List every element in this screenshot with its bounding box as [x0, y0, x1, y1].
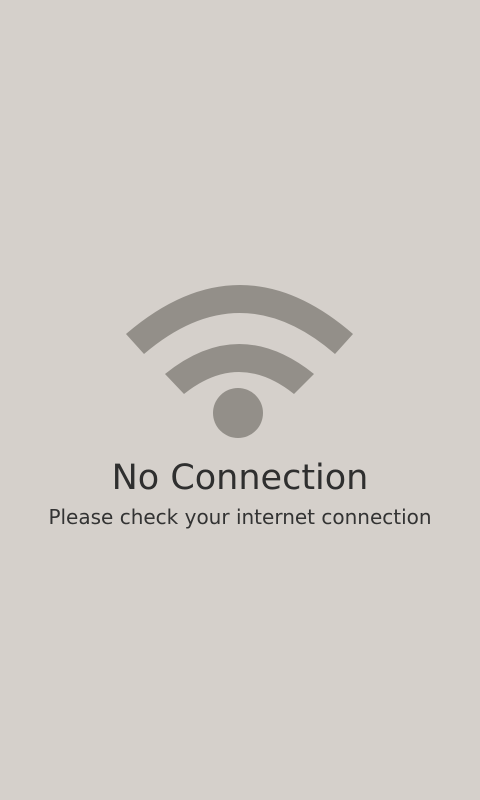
- no-connection-screen: No Connection Please check your internet…: [0, 0, 480, 800]
- wifi-icon: [126, 285, 353, 438]
- wifi-dot: [213, 388, 263, 438]
- wifi-middle-arc: [165, 344, 314, 394]
- connection-title: No Connection: [111, 458, 369, 498]
- wifi-outer-arc: [126, 285, 353, 354]
- connection-message: Please check your internet connection: [48, 505, 432, 529]
